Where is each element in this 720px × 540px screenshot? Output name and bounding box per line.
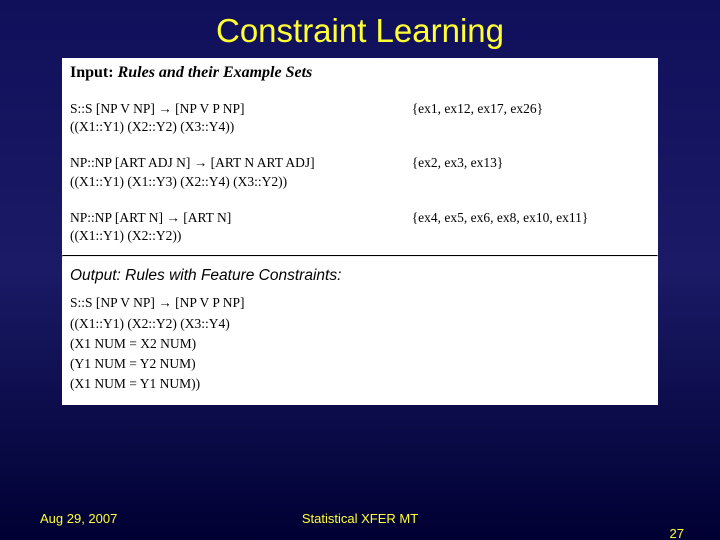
footer: Aug 29, 2007 Statistical XFER MT 27 [0,511,720,526]
examples-cell: {ex1, ex12, ex17, ex26} [408,92,658,146]
input-section-label: Input: Rules and their Example Sets [62,58,658,92]
output-line: (X1 NUM = Y1 NUM)) [70,374,650,394]
rule-head: S::S [NP V NP] → [NP V P NP] [70,100,400,118]
output-section-label: Output: Rules with Feature Constraints: [62,257,658,293]
rule-head: NP::NP [ART N] → [ART N] [70,209,400,227]
rule-align: ((X1::Y1) (X1::Y3) (X2::Y4) (X3::Y2)) [70,173,400,191]
table-row: NP::NP [ART N] → [ART N] ((X1::Y1) (X2::… [62,201,658,255]
rule-align: ((X1::Y1) (X2::Y2)) [70,227,400,245]
rule-cell: NP::NP [ART N] → [ART N] ((X1::Y1) (X2::… [62,201,408,255]
input-prefix: Input: [70,64,114,81]
rule-cell: NP::NP [ART ADJ N] → [ART N ART ADJ] ((X… [62,146,408,200]
output-rule-block: S::S [NP V NP] → [NP V P NP] ((X1::Y1) (… [62,293,658,404]
table-row: S::S [NP V NP] → [NP V P NP] ((X1::Y1) (… [62,92,658,146]
footer-date: Aug 29, 2007 [40,511,117,526]
examples-cell: {ex4, ex5, ex6, ex8, ex10, ex11} [408,201,658,255]
slide: Constraint Learning Input: Rules and the… [0,0,720,540]
rule-head: NP::NP [ART ADJ N] → [ART N ART ADJ] [70,154,400,172]
rule-cell: S::S [NP V NP] → [NP V P NP] ((X1::Y1) (… [62,92,408,146]
output-line: (Y1 NUM = Y2 NUM) [70,354,650,374]
input-rest-text: Rules and their Example Sets [118,64,313,81]
output-line: S::S [NP V NP] → [NP V P NP] [70,293,650,313]
examples-cell: {ex2, ex3, ex13} [408,146,658,200]
page-number: 27 [670,526,684,540]
slide-title: Constraint Learning [0,0,720,58]
rules-table: S::S [NP V NP] → [NP V P NP] ((X1::Y1) (… [62,92,658,255]
rule-align: ((X1::Y1) (X2::Y2) (X3::Y4)) [70,118,400,136]
table-row: NP::NP [ART ADJ N] → [ART N ART ADJ] ((X… [62,146,658,200]
content-box: Input: Rules and their Example Sets S::S… [62,58,658,405]
output-line: (X1 NUM = X2 NUM) [70,334,650,354]
output-line: ((X1::Y1) (X2::Y2) (X3::Y4) [70,314,650,334]
